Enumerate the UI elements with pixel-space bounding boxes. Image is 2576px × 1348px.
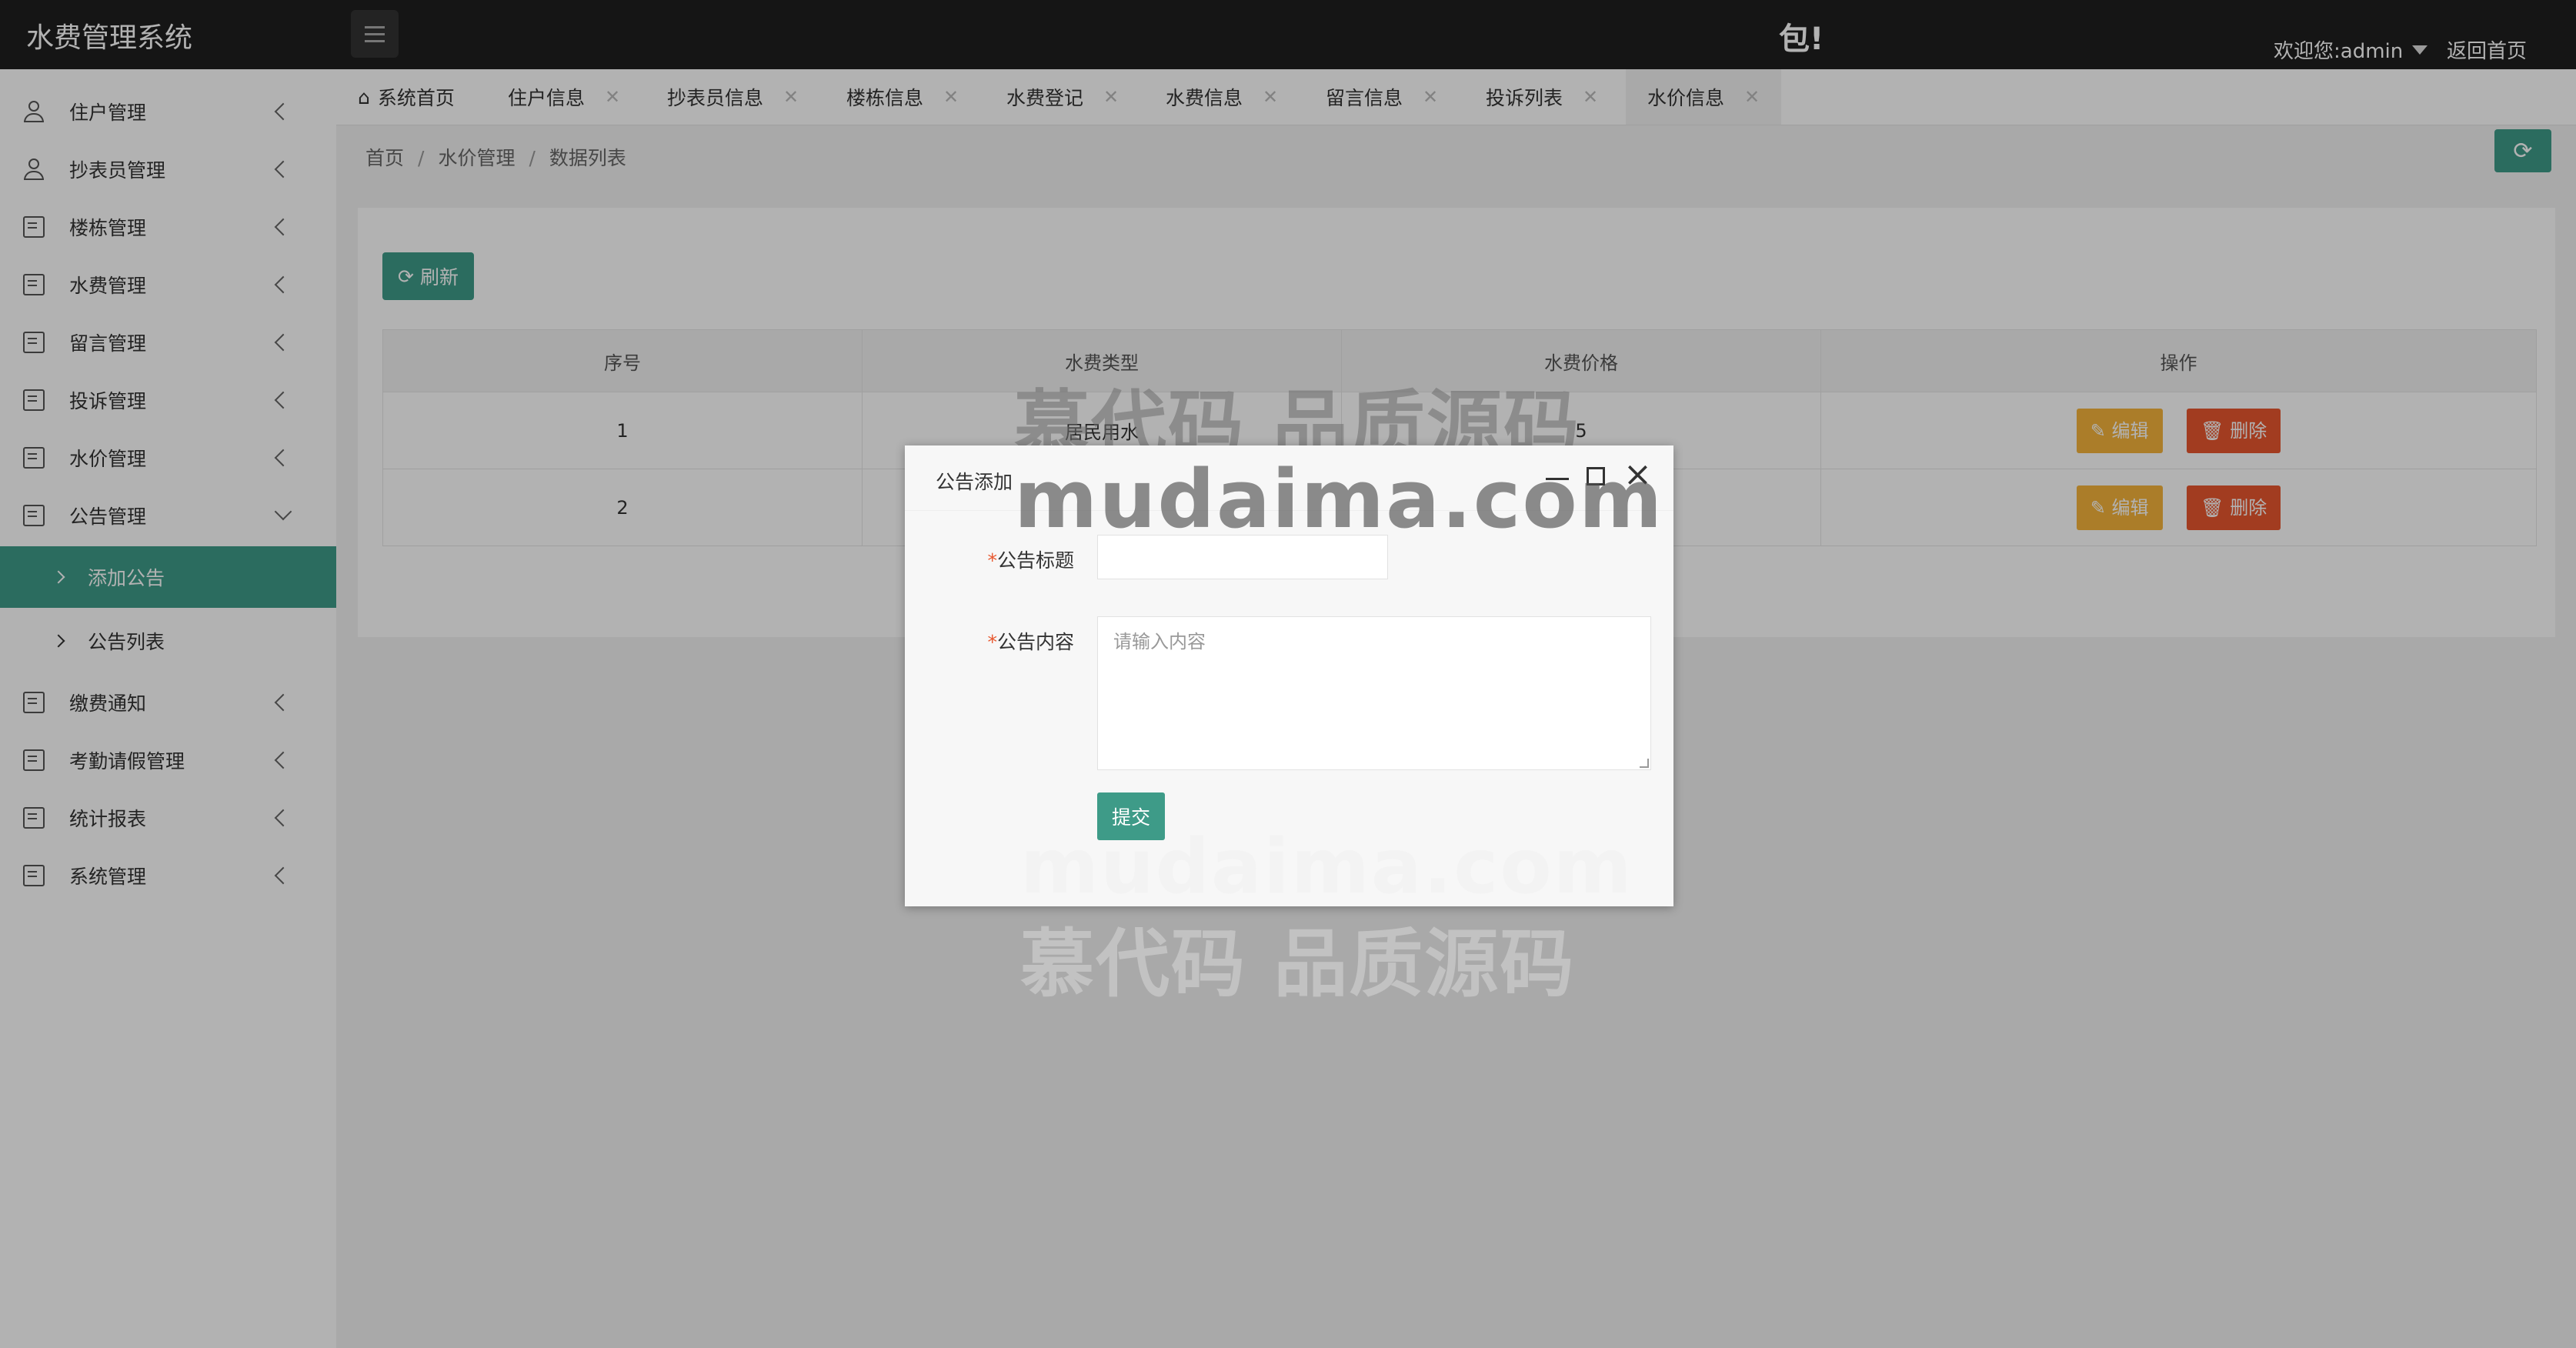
content-placeholder: 请输入内容 (1113, 631, 1206, 652)
content-textarea[interactable]: 请输入内容 (1097, 616, 1651, 770)
dialog-title: 公告添加 (936, 471, 1013, 493)
resize-grip-icon[interactable] (1640, 759, 1649, 768)
content-field-label: *公告内容 (987, 631, 1074, 653)
watermark-text: mudaima.com (1020, 823, 1633, 911)
watermark-text: mudaima.com (1014, 452, 1664, 546)
title-field-label: *公告标题 (987, 549, 1074, 572)
watermark-text: 慕代码 品质源码 (1020, 921, 1576, 1007)
